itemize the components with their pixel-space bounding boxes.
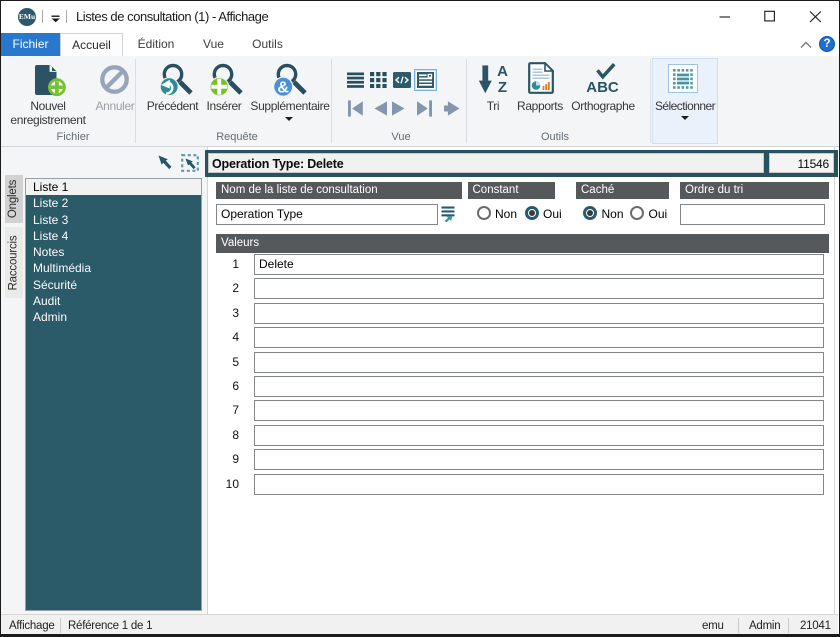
svg-text:ABC: ABC <box>586 79 619 93</box>
svg-text:Z: Z <box>498 79 507 95</box>
svg-text:A: A <box>497 63 508 80</box>
svg-text:&: & <box>278 79 290 96</box>
